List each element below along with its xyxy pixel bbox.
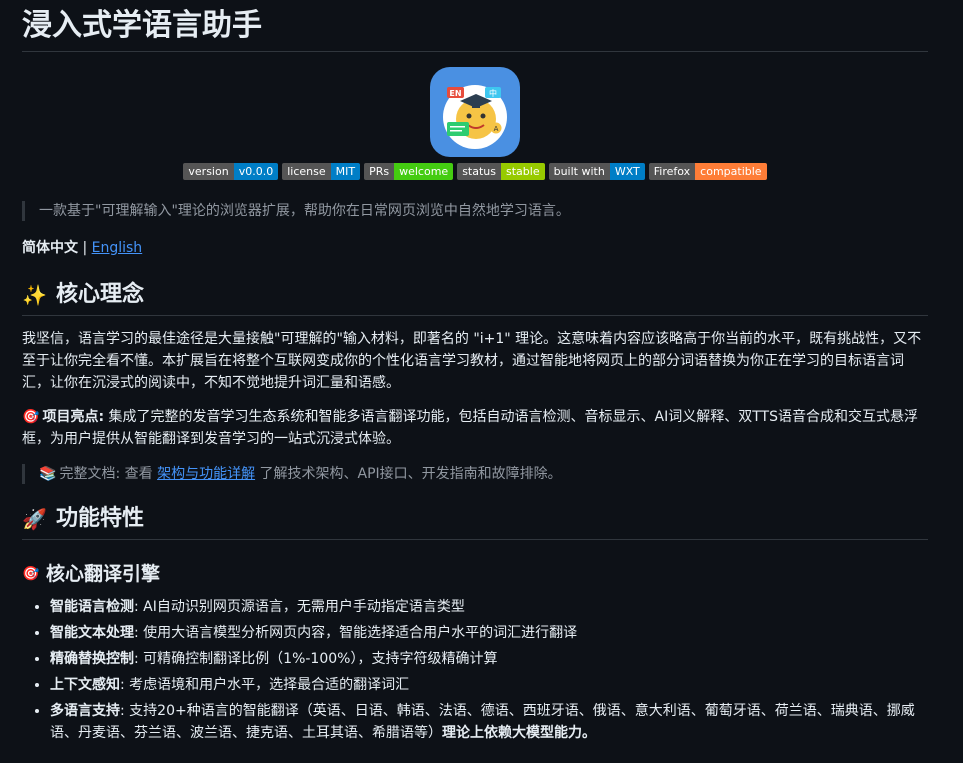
badge-value: WXT [609, 163, 645, 180]
highlight-label: 项目亮点: [42, 409, 105, 425]
docs-link[interactable]: 架构与功能详解 [157, 466, 255, 482]
logo-tag-a: A [494, 125, 499, 133]
feature-text: : 考虑语境和用户水平，选择最合适的翻译词汇 [120, 677, 410, 693]
badge-label: PRs [364, 163, 395, 180]
badge-label: license [282, 163, 331, 180]
language-switcher: 简体中文 | English [22, 238, 928, 258]
badge-label: Firefox [648, 163, 696, 180]
docs-suffix: 了解技术架构、API接口、开发指南和故障排除。 [255, 466, 562, 482]
section-heading-text: 核心理念 [56, 282, 145, 307]
lang-separator: | [78, 240, 92, 256]
feature-label: 智能文本处理 [50, 625, 134, 641]
badge-label: built with [548, 163, 610, 180]
badge-value: MIT [330, 163, 361, 180]
app-logo: EN 中 A [430, 67, 520, 157]
badge-label: version [183, 163, 234, 180]
badge-value: welcome [394, 163, 454, 180]
docs-quote: 📚 完整文档: 查看 架构与功能详解 了解技术架构、API接口、开发指南和故障排… [22, 464, 928, 484]
highlight-paragraph: 🎯 项目亮点: 集成了完整的发音学习生态系统和智能多语言翻译功能，包括自动语言检… [22, 406, 928, 450]
docs-label: 完整文档 [59, 466, 116, 482]
books-icon: 📚 [39, 466, 57, 482]
list-item: 智能文本处理: 使用大语言模型分析网页内容，智能选择适合用户水平的词汇进行翻译 [50, 622, 928, 644]
logo-container: EN 中 A [22, 67, 928, 157]
target-icon: 🎯 [22, 566, 40, 582]
docs-prefix: : 查看 [115, 466, 158, 482]
feature-list: 智能语言检测: AI自动识别网页源语言，无需用户手动指定语言类型智能文本处理: … [22, 596, 928, 744]
list-item: 精确替换控制: 可精确控制翻译比例（1%-100%），支持字符级精确计算 [50, 648, 928, 670]
badge-prs[interactable]: PRs welcome [364, 163, 454, 180]
badge-firefox[interactable]: Firefox compatible [648, 163, 767, 180]
target-icon: 🎯 [22, 409, 40, 425]
page-title: 浸入式学语言助手 [22, 0, 928, 52]
lang-current: 简体中文 [22, 240, 78, 256]
logo-tag-en: EN [449, 89, 461, 98]
badge-version[interactable]: version v0.0.0 [183, 163, 279, 180]
list-item: 智能语言检测: AI自动识别网页源语言，无需用户手动指定语言类型 [50, 596, 928, 618]
highlight-text: 集成了完整的发音学习生态系统和智能多语言翻译功能，包括自动语言检测、音标显示、A… [22, 409, 918, 447]
intro-quote: 一款基于"可理解输入"理论的浏览器扩展，帮助你在日常网页浏览中自然地学习语言。 [22, 201, 928, 221]
sparkles-icon: ✨ [22, 283, 47, 307]
feature-text: : 使用大语言模型分析网页内容，智能选择适合用户水平的词汇进行翻译 [134, 625, 578, 641]
feature-label: 智能语言检测 [50, 599, 134, 615]
badge-value: compatible [695, 163, 767, 180]
logo-tag-zh: 中 [489, 88, 497, 98]
feature-text: : 可精确控制翻译比例（1%-100%），支持字符级精确计算 [134, 651, 498, 667]
badge-value: stable [501, 163, 545, 180]
intro-text: 一款基于"可理解输入"理论的浏览器扩展，帮助你在日常网页浏览中自然地学习语言。 [39, 203, 570, 219]
feature-label: 精确替换控制 [50, 651, 134, 667]
list-item: 上下文感知: 考虑语境和用户水平，选择最合适的翻译词汇 [50, 674, 928, 696]
badge-license[interactable]: license MIT [282, 163, 361, 180]
readme-page: 浸入式学语言助手 EN 中 A version v0.0.0 license M… [0, 0, 963, 744]
section-features-heading: 🚀 功能特性 [22, 504, 928, 540]
feature-label: 上下文感知 [50, 677, 120, 693]
subsection-heading-text: 核心翻译引擎 [46, 563, 161, 585]
core-concept-paragraph: 我坚信，语言学习的最佳途径是大量接触"可理解的"输入材料，即著名的 "i+1" … [22, 331, 922, 391]
section-core-concept-heading: ✨ 核心理念 [22, 280, 928, 316]
rocket-icon: 🚀 [22, 507, 47, 531]
badge-row: version v0.0.0 license MIT PRs welcome status s… [22, 163, 928, 180]
badge-status[interactable]: status stable [457, 163, 545, 180]
badge-value: v0.0.0 [233, 163, 279, 180]
badge-built-with[interactable]: built with WXT [548, 163, 645, 180]
app-logo-icon: EN 中 A [443, 85, 507, 149]
lang-english-link[interactable]: English [92, 240, 143, 256]
feature-tail: 理论上依赖大模型能力。 [442, 725, 596, 741]
feature-label: 多语言支持 [50, 703, 120, 719]
list-item: 多语言支持: 支持20+种语言的智能翻译（英语、日语、韩语、法语、德语、西班牙语… [50, 700, 928, 744]
section-heading-text: 功能特性 [56, 506, 145, 531]
feature-text: : AI自动识别网页源语言，无需用户手动指定语言类型 [134, 599, 465, 615]
badge-label: status [457, 163, 501, 180]
subsection-translation-engine-heading: 🎯 核心翻译引擎 [22, 561, 928, 587]
